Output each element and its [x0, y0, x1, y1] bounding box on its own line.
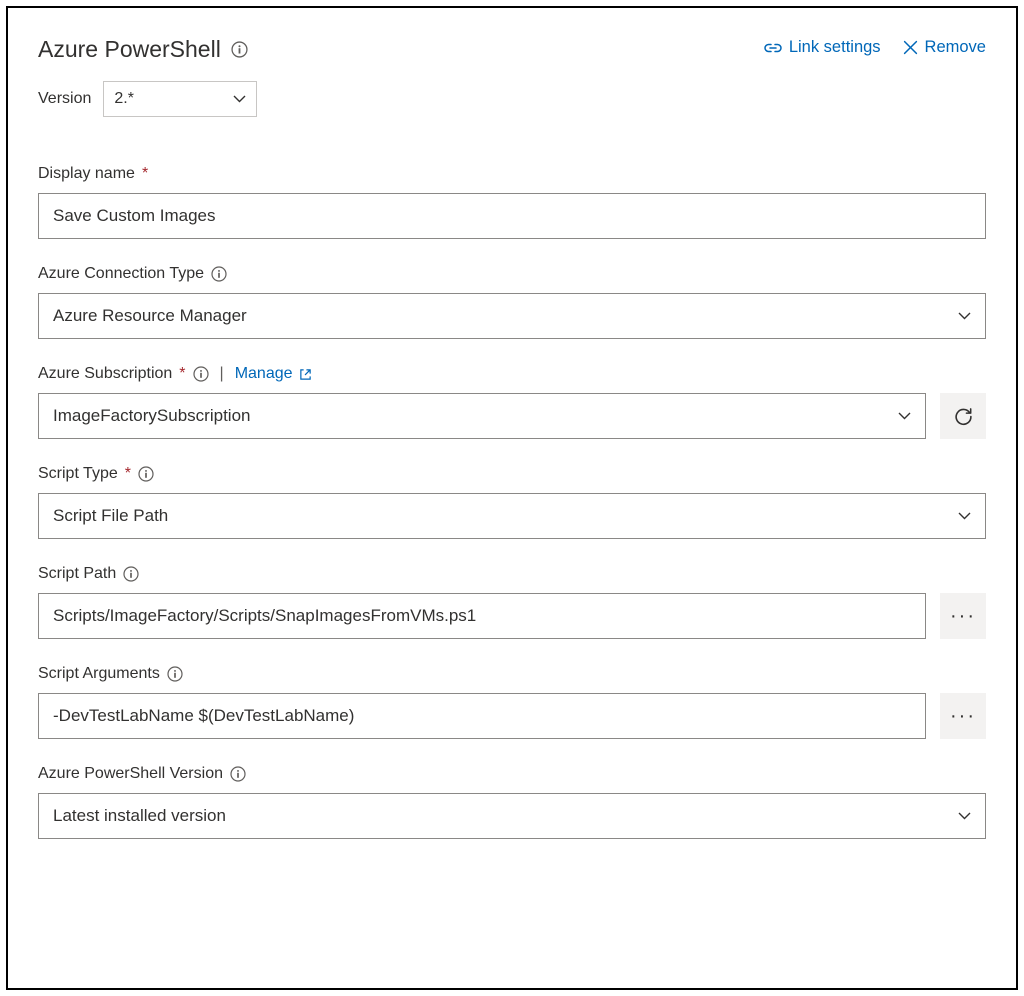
connection-type-value: Azure Resource Manager: [53, 306, 247, 326]
info-icon[interactable]: [231, 41, 248, 58]
chevron-down-icon: [958, 812, 971, 820]
info-icon[interactable]: [123, 566, 139, 582]
remove-label: Remove: [925, 38, 986, 57]
remove-button[interactable]: Remove: [903, 38, 986, 57]
script-type-field: Script Type * Script File Path: [38, 465, 986, 539]
manage-subscription-link[interactable]: Manage: [235, 365, 312, 383]
azure-powershell-task-panel: Azure PowerShell Link settings: [6, 6, 1018, 990]
refresh-button[interactable]: [940, 393, 986, 439]
info-icon[interactable]: [193, 366, 209, 382]
info-icon[interactable]: [211, 266, 227, 282]
browse-script-path-button[interactable]: ···: [940, 593, 986, 639]
subscription-field: Azure Subscription * | Manage ImageFacto…: [38, 365, 986, 439]
info-icon[interactable]: [167, 666, 183, 682]
external-link-icon: [299, 368, 312, 381]
connection-type-select[interactable]: Azure Resource Manager: [38, 293, 986, 339]
manage-label: Manage: [235, 365, 293, 383]
connection-type-field: Azure Connection Type Azure Resource Man…: [38, 265, 986, 339]
required-asterisk: *: [142, 165, 148, 183]
ps-version-select[interactable]: Latest installed version: [38, 793, 986, 839]
version-dropdown-value: 2.*: [114, 90, 134, 108]
chevron-down-icon: [958, 312, 971, 320]
display-name-label: Display name: [38, 165, 135, 183]
refresh-icon: [954, 407, 973, 426]
script-path-field: Script Path ···: [38, 565, 986, 639]
header-row: Azure PowerShell Link settings: [38, 36, 986, 63]
chevron-down-icon: [898, 412, 911, 420]
script-type-value: Script File Path: [53, 506, 168, 526]
script-arguments-label: Script Arguments: [38, 665, 160, 683]
required-asterisk: *: [125, 465, 131, 483]
subscription-label: Azure Subscription: [38, 365, 172, 383]
script-arguments-input[interactable]: [38, 693, 926, 739]
divider: |: [220, 365, 224, 383]
script-arguments-field: Script Arguments ···: [38, 665, 986, 739]
required-asterisk: *: [179, 365, 185, 383]
version-row: Version 2.*: [38, 81, 986, 117]
script-path-input[interactable]: [38, 593, 926, 639]
browse-script-arguments-button[interactable]: ···: [940, 693, 986, 739]
display-name-field: Display name *: [38, 165, 986, 239]
version-label: Version: [38, 90, 91, 108]
chevron-down-icon: [233, 95, 246, 103]
display-name-input[interactable]: [38, 193, 986, 239]
link-settings-button[interactable]: Link settings: [764, 38, 881, 57]
ps-version-label: Azure PowerShell Version: [38, 765, 223, 783]
info-icon[interactable]: [138, 466, 154, 482]
chevron-down-icon: [958, 512, 971, 520]
subscription-select[interactable]: ImageFactorySubscription: [38, 393, 926, 439]
connection-type-label: Azure Connection Type: [38, 265, 204, 283]
info-icon[interactable]: [230, 766, 246, 782]
script-type-select[interactable]: Script File Path: [38, 493, 986, 539]
version-dropdown[interactable]: 2.*: [103, 81, 257, 117]
script-type-label: Script Type: [38, 465, 118, 483]
page-title: Azure PowerShell: [38, 36, 221, 63]
ps-version-value: Latest installed version: [53, 806, 226, 826]
script-path-label: Script Path: [38, 565, 116, 583]
link-settings-label: Link settings: [789, 38, 881, 57]
subscription-value: ImageFactorySubscription: [53, 406, 250, 426]
ps-version-field: Azure PowerShell Version Latest installe…: [38, 765, 986, 839]
